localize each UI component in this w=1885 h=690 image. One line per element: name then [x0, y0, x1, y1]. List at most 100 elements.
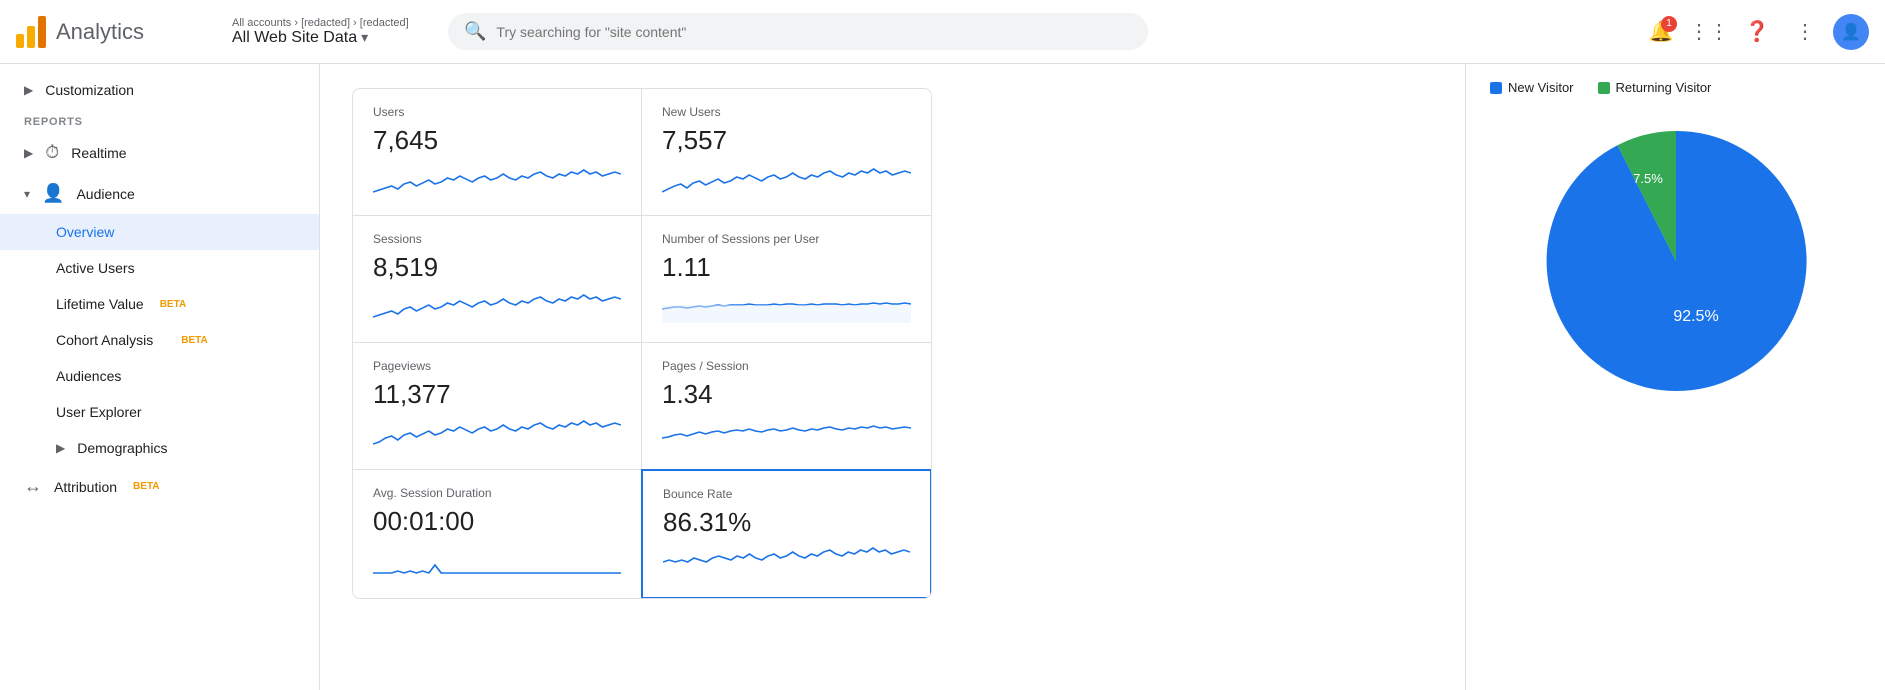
- pie-chart-svg: 92.5% 7.5%: [1526, 111, 1826, 411]
- metric-value: 8,519: [373, 252, 621, 283]
- sidebar-item-overview[interactable]: Overview: [0, 214, 319, 250]
- sparkline-pageviews: [373, 418, 621, 450]
- sparkline-sessions: [373, 291, 621, 323]
- apps-button[interactable]: ⋮⋮: [1689, 12, 1729, 52]
- header: Analytics All accounts › [redacted] › [r…: [0, 0, 1885, 64]
- sidebar-item-label: Lifetime Value: [56, 296, 144, 312]
- metric-value: 7,645: [373, 125, 621, 156]
- sparkline-avg-session: [373, 545, 621, 577]
- new-visitor-pct-label: 92.5%: [1673, 308, 1718, 325]
- sidebar-item-attribution[interactable]: ↔ Attribution BETA: [0, 466, 319, 507]
- sidebar-item-label: Active Users: [56, 260, 135, 276]
- app-logo: Analytics: [16, 16, 216, 48]
- legend-label: Returning Visitor: [1616, 80, 1712, 95]
- sparkline-new-users: [662, 164, 911, 196]
- sidebar-item-label: Cohort Analysis: [56, 332, 153, 348]
- account-selector[interactable]: All accounts › [redacted] › [redacted] A…: [232, 17, 432, 47]
- logo-icon: [16, 16, 46, 48]
- search-input[interactable]: [496, 24, 1132, 40]
- more-options-button[interactable]: ⋮: [1785, 12, 1825, 52]
- metric-label: Bounce Rate: [663, 487, 910, 501]
- search-icon: 🔍: [464, 21, 486, 42]
- header-actions: 🔔 1 ⋮⋮ ❓ ⋮ 👤: [1641, 12, 1869, 52]
- sidebar-item-label: Overview: [56, 224, 114, 240]
- chevron-down-icon: ▾: [24, 187, 30, 201]
- app-name: Analytics: [56, 19, 144, 45]
- beta-badge: BETA: [181, 335, 207, 346]
- metric-card-new-users: New Users 7,557: [642, 89, 931, 216]
- sidebar-item-label: Realtime: [71, 145, 126, 161]
- metric-label: New Users: [662, 105, 911, 119]
- sidebar-item-demographics[interactable]: ▶ Demographics: [0, 430, 319, 466]
- beta-badge: BETA: [133, 481, 159, 492]
- metric-value: 1.34: [662, 379, 911, 410]
- chevron-right-icon: ▶: [56, 441, 65, 455]
- chart-legend: New Visitor Returning Visitor: [1490, 80, 1861, 95]
- apps-icon: ⋮⋮: [1689, 19, 1729, 44]
- person-icon: 👤: [42, 183, 64, 204]
- chevron-right-icon: ▶: [24, 146, 33, 160]
- notification-badge: 1: [1661, 16, 1677, 32]
- chevron-right-icon: ▶: [24, 83, 33, 97]
- sidebar-item-audiences[interactable]: Audiences: [0, 358, 319, 394]
- sparkline-bounce-rate: [663, 546, 910, 578]
- metric-value: 11,377: [373, 379, 621, 410]
- sidebar-item-label: Demographics: [77, 440, 167, 456]
- metric-card-avg-session: Avg. Session Duration 00:01:00: [353, 470, 642, 598]
- metric-value: 00:01:00: [373, 506, 621, 537]
- metric-label: Pages / Session: [662, 359, 911, 373]
- search-bar[interactable]: 🔍: [448, 13, 1148, 50]
- pie-chart: 92.5% 7.5%: [1490, 111, 1861, 411]
- sidebar-item-user-explorer[interactable]: User Explorer: [0, 394, 319, 430]
- sidebar-item-realtime[interactable]: ▶ ⏱ Realtime: [0, 132, 319, 173]
- metric-card-bounce-rate: Bounce Rate 86.31%: [641, 469, 932, 599]
- sidebar-item-cohort-analysis[interactable]: Cohort Analysis BETA: [0, 322, 319, 358]
- site-name[interactable]: All Web Site Data ▾: [232, 29, 432, 47]
- sidebar: ▶ Customization REPORTS ▶ ⏱ Realtime ▾ 👤…: [0, 64, 320, 690]
- sidebar-item-customization[interactable]: ▶ Customization: [0, 72, 319, 108]
- metric-value: 7,557: [662, 125, 911, 156]
- legend-label: New Visitor: [1508, 80, 1574, 95]
- avatar-icon: 👤: [1841, 22, 1861, 42]
- sparkline-sessions-per-user: [662, 291, 911, 323]
- right-panel: New Visitor Returning Visitor 92.5% 7.5%: [1465, 64, 1885, 690]
- sparkline-pages-per-session: [662, 418, 911, 450]
- attribution-icon: ↔: [24, 476, 42, 497]
- help-icon: ❓: [1745, 19, 1770, 44]
- metrics-grid: Users 7,645 New Users 7,557 Sessions 8,5…: [352, 88, 932, 599]
- legend-item-new-visitor: New Visitor: [1490, 80, 1574, 95]
- returning-visitor-pct-label: 7.5%: [1633, 171, 1663, 186]
- beta-badge: BETA: [160, 299, 186, 310]
- logo-bar-3: [38, 16, 46, 48]
- sparkline-users: [373, 164, 621, 196]
- main-content: Users 7,645 New Users 7,557 Sessions 8,5…: [320, 64, 1465, 690]
- breadcrumb: All accounts › [redacted] › [redacted]: [232, 17, 432, 29]
- metric-value: 86.31%: [663, 507, 910, 538]
- sidebar-item-label: Attribution: [54, 479, 117, 495]
- metric-card-pages-per-session: Pages / Session 1.34: [642, 343, 931, 470]
- metric-value: 1.11: [662, 252, 911, 283]
- metric-label: Pageviews: [373, 359, 621, 373]
- sidebar-item-label: User Explorer: [56, 404, 142, 420]
- new-visitor-dot: [1490, 82, 1502, 94]
- sidebar-item-label: Audiences: [56, 368, 121, 384]
- user-avatar[interactable]: 👤: [1833, 14, 1869, 50]
- help-button[interactable]: ❓: [1737, 12, 1777, 52]
- sidebar-item-active-users[interactable]: Active Users: [0, 250, 319, 286]
- sidebar-item-audience[interactable]: ▾ 👤 Audience: [0, 173, 319, 214]
- sidebar-item-lifetime-value[interactable]: Lifetime Value BETA: [0, 286, 319, 322]
- metric-card-sessions-per-user: Number of Sessions per User 1.11: [642, 216, 931, 343]
- new-visitor-slice: [1546, 131, 1806, 391]
- notifications-button[interactable]: 🔔 1: [1641, 12, 1681, 52]
- metric-card-pageviews: Pageviews 11,377: [353, 343, 642, 470]
- legend-item-returning-visitor: Returning Visitor: [1598, 80, 1712, 95]
- layout: ▶ Customization REPORTS ▶ ⏱ Realtime ▾ 👤…: [0, 64, 1885, 690]
- sidebar-item-label: Customization: [45, 82, 134, 98]
- sidebar-item-label: Audience: [76, 186, 134, 202]
- metric-label: Number of Sessions per User: [662, 232, 911, 246]
- logo-bar-1: [16, 34, 24, 48]
- reports-section-label: REPORTS: [0, 108, 319, 132]
- clock-icon: ⏱: [45, 142, 59, 163]
- metric-label: Avg. Session Duration: [373, 486, 621, 500]
- chevron-down-icon: ▾: [361, 29, 368, 46]
